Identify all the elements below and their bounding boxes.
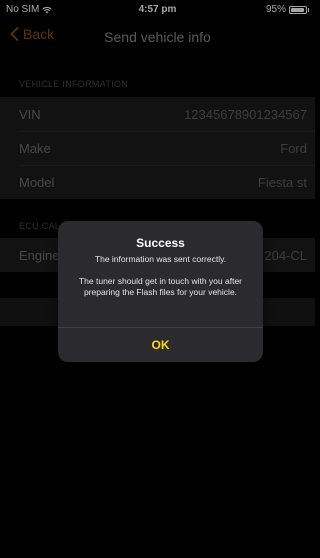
success-alert: Success The information was sent correct… xyxy=(58,221,263,362)
alert-message: The information was sent correctly. The … xyxy=(78,254,242,297)
ok-button[interactable]: OK xyxy=(58,327,263,362)
alert-title: Success xyxy=(136,236,185,250)
